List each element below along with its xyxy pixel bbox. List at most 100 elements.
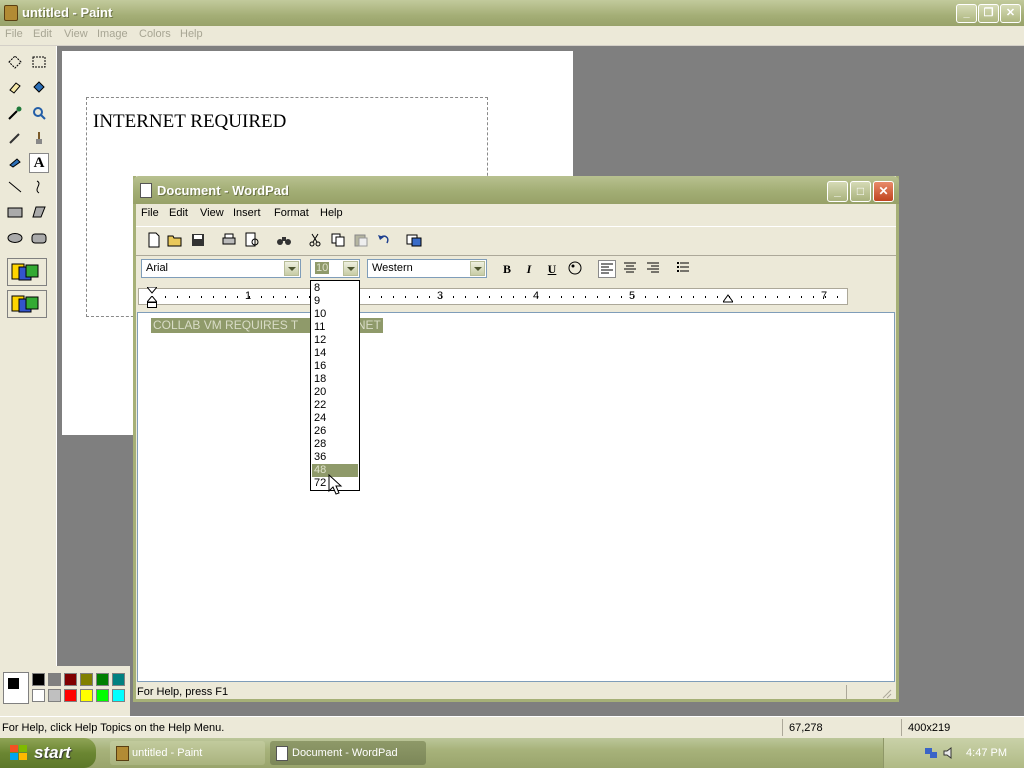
find-binoculars-icon[interactable]	[276, 232, 292, 248]
paint-minimize-button[interactable]: _	[956, 4, 977, 23]
font-size-option[interactable]: 9	[312, 295, 358, 308]
paint-menu-colors[interactable]: Colors	[139, 28, 171, 40]
color-swatch-gray[interactable]	[48, 673, 61, 686]
paint-menu-file[interactable]: File	[5, 28, 23, 40]
rounded-rect-icon[interactable]	[29, 228, 49, 248]
taskbar-wordpad-button[interactable]: Document - WordPad	[270, 741, 426, 765]
wordpad-close-button[interactable]: ✕	[873, 181, 894, 202]
font-name-combo[interactable]: Arial	[141, 259, 301, 278]
eraser-icon[interactable]	[5, 77, 25, 97]
underline-button[interactable]: U	[543, 260, 561, 278]
paint-menu-image[interactable]: Image	[97, 28, 128, 40]
right-indent-marker[interactable]	[722, 294, 734, 304]
bullets-icon[interactable]	[674, 260, 692, 278]
font-size-option[interactable]: 14	[312, 347, 358, 360]
font-size-option[interactable]: 12	[312, 334, 358, 347]
font-size-option[interactable]: 11	[312, 321, 358, 334]
wordpad-minimize-button[interactable]: _	[827, 181, 848, 202]
bold-button[interactable]: B	[498, 260, 516, 278]
polygon-icon[interactable]	[29, 202, 49, 222]
wordpad-title-bar[interactable]: Document - WordPad _ □ ✕	[133, 176, 899, 204]
font-size-dropdown-arrow[interactable]	[343, 261, 358, 276]
font-size-option[interactable]: 22	[312, 399, 358, 412]
font-size-option[interactable]: 16	[312, 360, 358, 373]
ellipse-icon[interactable]	[5, 228, 25, 248]
undo-icon[interactable]	[376, 232, 392, 248]
print-preview-icon[interactable]	[244, 232, 260, 248]
color-swatch-lime[interactable]	[96, 689, 109, 702]
font-size-option[interactable]: 28	[312, 438, 358, 451]
align-right-icon[interactable]	[644, 260, 662, 278]
font-size-option[interactable]: 20	[312, 386, 358, 399]
paint-menu-help[interactable]: Help	[180, 28, 203, 40]
line-icon[interactable]	[5, 177, 25, 197]
color-swatch-silver[interactable]	[48, 689, 61, 702]
font-size-option[interactable]: 8	[312, 282, 358, 295]
color-swatch-yellow[interactable]	[80, 689, 93, 702]
current-colors[interactable]	[3, 672, 29, 704]
save-disk-icon[interactable]	[190, 232, 206, 248]
font-size-option[interactable]: 10	[312, 308, 358, 321]
new-document-icon[interactable]	[146, 232, 162, 248]
wp-menu-view[interactable]: View	[200, 207, 224, 219]
color-swatch-green[interactable]	[96, 673, 109, 686]
open-folder-icon[interactable]	[167, 232, 183, 248]
color-swatch-olive[interactable]	[80, 673, 93, 686]
text-tool-icon[interactable]: A	[29, 153, 49, 173]
script-combo[interactable]: Western	[367, 259, 487, 278]
magnifier-icon[interactable]	[29, 103, 49, 123]
network-icon[interactable]	[924, 746, 938, 760]
left-indent-marker[interactable]	[145, 295, 159, 309]
rect-select-icon[interactable]	[29, 52, 49, 72]
rectangle-icon[interactable]	[5, 202, 25, 222]
paint-maximize-button[interactable]: ❐	[978, 4, 999, 23]
color-picker-icon[interactable]	[5, 103, 25, 123]
paint-menu-edit[interactable]: Edit	[33, 28, 52, 40]
opaque-background-option[interactable]	[7, 258, 47, 286]
print-icon[interactable]	[221, 232, 237, 248]
taskbar-paint-button[interactable]: untitled - Paint	[110, 741, 265, 765]
transparent-background-option[interactable]	[7, 290, 47, 318]
font-size-combo[interactable]: 10	[310, 259, 360, 278]
wp-menu-edit[interactable]: Edit	[169, 207, 188, 219]
color-swatch-teal[interactable]	[112, 673, 125, 686]
volume-icon[interactable]	[942, 746, 956, 760]
fill-bucket-icon[interactable]	[29, 77, 49, 97]
color-palette-icon[interactable]	[566, 260, 584, 278]
cut-scissors-icon[interactable]	[307, 232, 323, 248]
font-size-option[interactable]: 18	[312, 373, 358, 386]
wordpad-document-area[interactable]	[137, 312, 895, 682]
script-dropdown-arrow[interactable]	[470, 261, 485, 276]
color-swatch-red[interactable]	[64, 689, 77, 702]
wp-menu-help[interactable]: Help	[320, 207, 343, 219]
wp-menu-insert[interactable]: Insert	[233, 207, 261, 219]
wordpad-maximize-button[interactable]: □	[850, 181, 871, 202]
paint-menu-view[interactable]: View	[64, 28, 88, 40]
font-size-option[interactable]: 36	[312, 451, 358, 464]
paint-close-button[interactable]: ✕	[1000, 4, 1021, 23]
airbrush-icon[interactable]	[5, 153, 25, 173]
align-left-icon[interactable]	[598, 260, 616, 278]
italic-button[interactable]: I	[520, 260, 538, 278]
font-size-option[interactable]: 24	[312, 412, 358, 425]
copy-icon[interactable]	[330, 232, 346, 248]
resize-grip-icon[interactable]	[880, 687, 892, 699]
paste-icon[interactable]	[353, 232, 369, 248]
first-line-indent-marker[interactable]	[145, 286, 159, 294]
start-button[interactable]: start	[0, 738, 96, 768]
brush-icon[interactable]	[29, 128, 49, 148]
font-size-option[interactable]: 26	[312, 425, 358, 438]
wp-menu-format[interactable]: Format	[274, 207, 309, 219]
color-swatch-white[interactable]	[32, 689, 45, 702]
color-swatch-maroon[interactable]	[64, 673, 77, 686]
color-swatch-black[interactable]	[32, 673, 45, 686]
wp-menu-file[interactable]: File	[141, 207, 159, 219]
pencil-icon[interactable]	[5, 128, 25, 148]
color-swatch-cyan[interactable]	[112, 689, 125, 702]
align-center-icon[interactable]	[621, 260, 639, 278]
curve-icon[interactable]	[29, 177, 49, 197]
free-select-icon[interactable]	[5, 52, 25, 72]
font-name-dropdown-arrow[interactable]	[284, 261, 299, 276]
paint-title-bar[interactable]: untitled - Paint _ ❐ ✕	[0, 0, 1024, 26]
insert-object-icon[interactable]	[406, 232, 422, 248]
